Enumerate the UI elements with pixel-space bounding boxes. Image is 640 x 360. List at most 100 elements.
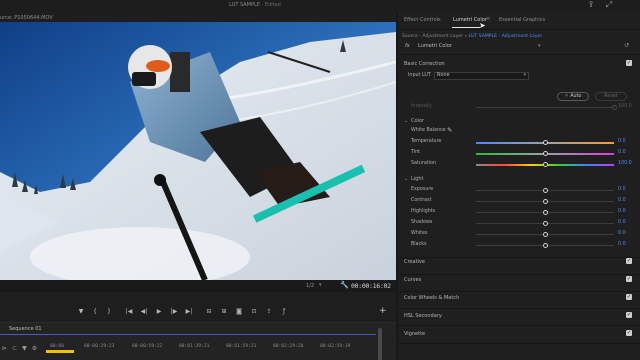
reset-icon[interactable]: ↺ <box>624 42 629 49</box>
contrast-value[interactable]: 0.0 <box>618 198 626 203</box>
reset-button[interactable]: Reset <box>595 92 627 101</box>
panel-menu-icon[interactable]: ≡ <box>486 16 490 22</box>
play-icon[interactable]: ▶ <box>152 306 166 318</box>
exposure-row: Exposure 0.0 <box>398 185 640 196</box>
left-workspace: urce: P1050644.MOV 1/2 ▾ 🔧 00:00:16:02 ▼… <box>0 12 396 360</box>
settings-icon[interactable]: ⚙ <box>32 345 37 352</box>
section-basic-correction[interactable]: Basic Correction ✓ <box>398 58 640 69</box>
source-breadcrumb: Source - Adjustment Layer » LUT SAMPLE -… <box>402 34 542 39</box>
divider <box>398 29 640 30</box>
shadows-knob[interactable] <box>542 221 548 226</box>
eyedropper-icon[interactable]: ✎ <box>447 126 452 134</box>
project-name: LUT SAMPLE <box>229 2 260 8</box>
tab-underline <box>0 334 376 335</box>
playback-resolution[interactable]: 1/2 <box>306 283 314 289</box>
fullscreen-icon[interactable]: ⤢ <box>603 0 615 10</box>
white-balance-row: White Balance ✎ <box>398 126 640 137</box>
auto-icon: ✧ <box>564 94 569 99</box>
edited-indicator: - Edited <box>259 2 281 8</box>
overwrite-icon[interactable]: ⊞ <box>217 306 231 318</box>
marker-add-icon[interactable]: ▼ <box>22 345 27 352</box>
button-editor-icon[interactable]: ⊡ <box>247 306 261 318</box>
ruler-tick: 00:00:59:22 <box>132 344 163 349</box>
section-enable-checkbox[interactable]: ✓ <box>626 276 632 282</box>
tint-value[interactable]: 0.0 <box>618 150 626 155</box>
tab-effect-controls[interactable]: Effect Controls <box>404 17 441 23</box>
whites-value[interactable]: 0.0 <box>618 231 626 236</box>
marker-icon[interactable]: ▼ <box>74 306 88 318</box>
tint-row: Tint 0.0 <box>398 148 640 159</box>
scrollbar-thumb[interactable] <box>378 328 382 360</box>
temperature-knob[interactable] <box>542 140 548 145</box>
tint-knob[interactable] <box>542 151 548 156</box>
intensity-knob[interactable] <box>611 105 617 110</box>
source-lut-link[interactable]: LUT SAMPLE - Adjustment Layer <box>469 34 543 39</box>
timecode[interactable]: 00:00:16:02 <box>351 282 391 290</box>
tab-essential-graphics[interactable]: Essential Graphics <box>499 17 545 23</box>
fx-badge[interactable]: fx <box>405 43 410 49</box>
playhead[interactable] <box>46 350 74 353</box>
divider <box>398 343 640 344</box>
ruler-tick: 00:01:59:21 <box>226 344 257 349</box>
section-hsl-secondary[interactable]: HSL Secondary ✓ <box>398 310 640 321</box>
temperature-value[interactable]: 0.0 <box>618 139 626 144</box>
section-enable-checkbox[interactable]: ✓ <box>626 258 632 264</box>
effect-row: fx Lumetri Color ▾ ↺ <box>398 41 640 52</box>
auto-button[interactable]: ✧ Auto <box>557 92 589 101</box>
blacks-value[interactable]: 0.0 <box>618 242 626 247</box>
chevron-down-icon[interactable]: ▾ <box>319 282 322 288</box>
section-vignette[interactable]: Vignette ✓ <box>398 328 640 339</box>
shadows-row: Shadows 0.0 <box>398 218 640 229</box>
subsection-light[interactable]: ⌄ Light <box>398 174 640 184</box>
exposure-value[interactable]: 0.0 <box>618 187 626 192</box>
section-creative[interactable]: Creative ✓ <box>398 256 640 267</box>
chevron-down-icon: ⌄ <box>404 118 409 124</box>
fx-icon[interactable]: ƒ <box>277 306 291 318</box>
linked-icon[interactable]: ⊂ <box>12 345 17 352</box>
section-enable-checkbox[interactable]: ✓ <box>626 294 632 300</box>
section-label: Color Wheels & Match <box>404 295 460 301</box>
transport-controls: ▼ { } |◀ ◀| ▶ |▶ ▶| ⊟ ⊞ ◙ ⊡ ⇪ ƒ <box>0 306 396 320</box>
input-lut-select[interactable]: None ▾ <box>434 72 529 80</box>
whites-knob[interactable] <box>542 232 548 237</box>
section-label: Curves <box>404 277 422 283</box>
go-to-out-icon[interactable]: ▶| <box>182 306 196 318</box>
go-to-in-icon[interactable]: |◀ <box>122 306 136 318</box>
input-lut-value: None <box>437 73 450 78</box>
mark-out-icon[interactable]: } <box>102 306 116 318</box>
vertical-scrollbar[interactable] <box>376 325 384 360</box>
camera-icon[interactable]: ◙ <box>232 306 246 318</box>
step-back-icon[interactable]: ◀| <box>137 306 151 318</box>
step-forward-icon[interactable]: |▶ <box>167 306 181 318</box>
saturation-value[interactable]: 100.0 <box>618 161 632 166</box>
section-curves[interactable]: Curves ✓ <box>398 274 640 285</box>
section-enable-checkbox[interactable]: ✓ <box>626 312 632 318</box>
subsection-color[interactable]: ⌄ Color <box>398 116 640 126</box>
section-enable-checkbox[interactable]: ✓ <box>626 60 632 66</box>
section-enable-checkbox[interactable]: ✓ <box>626 330 632 336</box>
section-color-wheels[interactable]: Color Wheels & Match ✓ <box>398 292 640 303</box>
add-button-icon[interactable]: + <box>379 306 387 316</box>
contrast-knob[interactable] <box>542 199 548 204</box>
saturation-knob[interactable] <box>542 162 548 167</box>
highlights-value[interactable]: 0.0 <box>618 209 626 214</box>
shadows-value[interactable]: 0.0 <box>618 220 626 225</box>
highlights-knob[interactable] <box>542 210 548 215</box>
wrench-icon[interactable]: 🔧 <box>340 281 349 289</box>
lumetri-panel: Effect Controls Lumetri Color ≡ Essentia… <box>397 12 640 360</box>
ruler-tick: 00:00 <box>50 344 64 349</box>
intensity-label: Intensity <box>411 104 432 109</box>
title-bar: LUT SAMPLE - Edited ⇪ ⤢ <box>0 0 640 12</box>
intensity-value[interactable]: 100.0 <box>618 104 632 109</box>
snap-icon[interactable]: ⊳ <box>2 345 7 352</box>
insert-icon[interactable]: ⊟ <box>202 306 216 318</box>
tab-sequence[interactable]: Sequence 01 <box>9 326 42 332</box>
exposure-knob[interactable] <box>542 188 548 193</box>
mark-in-icon[interactable]: { <box>88 306 102 318</box>
blacks-knob[interactable] <box>542 243 548 248</box>
time-ruler[interactable]: 00:00 00:00:29:23 00:00:59:22 00:01:29:2… <box>50 343 380 355</box>
chevron-down-icon[interactable]: ▾ <box>538 43 541 49</box>
export-icon[interactable]: ⇪ <box>262 306 276 318</box>
intensity-track[interactable] <box>476 107 614 108</box>
share-icon[interactable]: ⇪ <box>585 0 597 10</box>
